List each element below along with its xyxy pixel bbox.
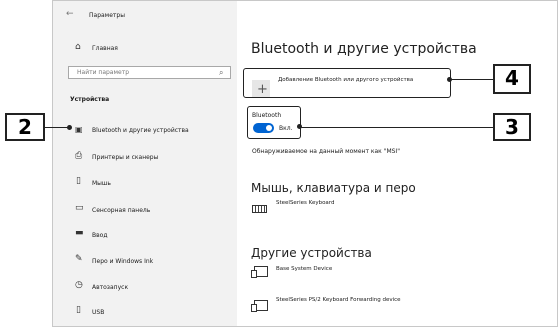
home-icon[interactable]: ⌂ (75, 43, 81, 52)
device-name: Base System Device (276, 266, 333, 272)
callout-3: 3 (493, 113, 531, 141)
usb-icon: ▯ (76, 305, 81, 315)
callout-2: 2 (5, 113, 45, 141)
sidebar-item-label: Мышь (92, 180, 111, 187)
sidebar-item-label: Сенсорная панель (92, 207, 151, 214)
search-input[interactable]: Найти параметр ⌕ (68, 66, 231, 79)
device-icon-inner (251, 270, 257, 278)
sidebar-item-label: Bluetooth и другие устройства (92, 127, 189, 134)
page-title: Bluetooth и другие устройства (251, 41, 477, 57)
sidebar-home[interactable]: Главная (92, 45, 118, 52)
window-title: Параметры (89, 12, 125, 19)
sidebar-item-label: Ввод (92, 232, 108, 239)
sidebar-item-label: Принтеры и сканеры (92, 154, 159, 161)
callout-2-line (45, 127, 69, 128)
callout-4: 4 (493, 64, 531, 94)
device-icon-inner (251, 304, 257, 312)
search-placeholder: Найти параметр (77, 69, 129, 76)
callout-4-line (451, 79, 493, 80)
pen-icon: ✎ (75, 254, 83, 264)
discoverable-text: Обнаруживаемое на данный момент как "MSI… (252, 148, 400, 155)
back-arrow-icon[interactable]: ← (66, 10, 74, 19)
mouse-icon: ▯ (76, 176, 81, 186)
search-icon: ⌕ (219, 68, 224, 77)
callout-4-dot (447, 77, 452, 82)
sidebar-item-label: USB (92, 309, 105, 316)
other-section-title: Другие устройства (251, 246, 372, 260)
autoplay-icon: ◷ (75, 280, 83, 290)
printer-icon: ⎙ (75, 151, 83, 161)
add-device-highlight (243, 68, 451, 98)
bluetooth-devices-icon: ▣ (75, 125, 83, 134)
callout-3-dot (297, 124, 302, 129)
sidebar-section-title: Устройства (70, 96, 110, 103)
touchpad-icon: ▭ (75, 203, 84, 213)
device-name: SteelSeries PS/2 Keyboard Forwarding dev… (276, 297, 401, 303)
bluetooth-highlight (247, 106, 301, 139)
sidebar-item-label: Автозапуск (92, 284, 129, 291)
callout-3-line (300, 127, 493, 128)
keyboard-icon: ▬ (75, 228, 84, 238)
mouse-section-title: Мышь, клавиатура и перо (251, 181, 416, 195)
device-name: SteelSeries Keyboard (276, 200, 335, 206)
sidebar-item-label: Перо и Windows Ink (92, 258, 154, 265)
keyboard-device-icon (252, 205, 267, 213)
callout-2-dot (67, 125, 72, 130)
